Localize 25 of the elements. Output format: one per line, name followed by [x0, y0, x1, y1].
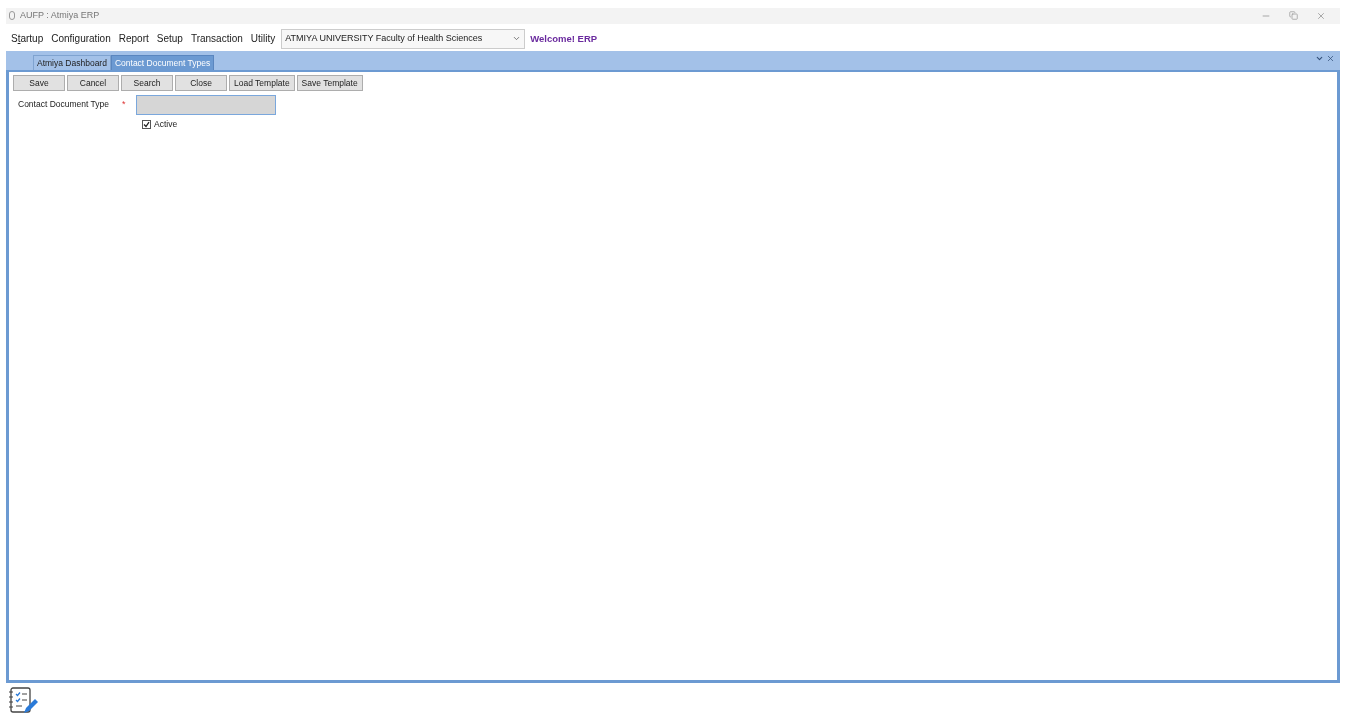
toolbar-button[interactable]: Save Template	[296, 74, 363, 91]
institution-dropdown[interactable]: ATMIYA UNIVERSITY Faculty of Health Sciences	[281, 28, 526, 49]
toolbar-button[interactable]: Save	[13, 74, 65, 91]
field-label: Contact Document Type	[18, 98, 111, 112]
checklist-pencil-icon[interactable]	[8, 687, 38, 715]
menu-item[interactable]: Transaction	[186, 31, 247, 46]
tab[interactable]: Atmiya Dashboard	[33, 54, 111, 70]
menu-item[interactable]: Utility	[246, 31, 280, 46]
toolbar-button[interactable]: Close	[175, 74, 227, 91]
required-mark: *	[122, 98, 127, 111]
menu-item[interactable]: Startup	[7, 31, 48, 46]
menu-item[interactable]: Setup	[152, 31, 187, 46]
toolbar-button[interactable]: Cancel	[67, 74, 119, 91]
menu-item[interactable]: Report	[114, 31, 153, 46]
toolbar-button[interactable]: Search	[121, 74, 173, 91]
window-title: AUFP : Atmiya ERP	[20, 9, 100, 23]
checkbox-label: Active	[154, 117, 178, 131]
menu-item[interactable]: Configuration	[47, 31, 115, 46]
active-checkbox[interactable]	[142, 119, 151, 129]
welcome-text: Welcome! ERP	[530, 31, 598, 46]
restore-icon[interactable]	[1289, 11, 1298, 21]
close-icon[interactable]	[1326, 53, 1335, 63]
close-icon[interactable]	[1316, 10, 1326, 21]
toolbar-button[interactable]: Load Template	[229, 74, 295, 91]
contact-document-type-field[interactable]	[136, 94, 276, 115]
